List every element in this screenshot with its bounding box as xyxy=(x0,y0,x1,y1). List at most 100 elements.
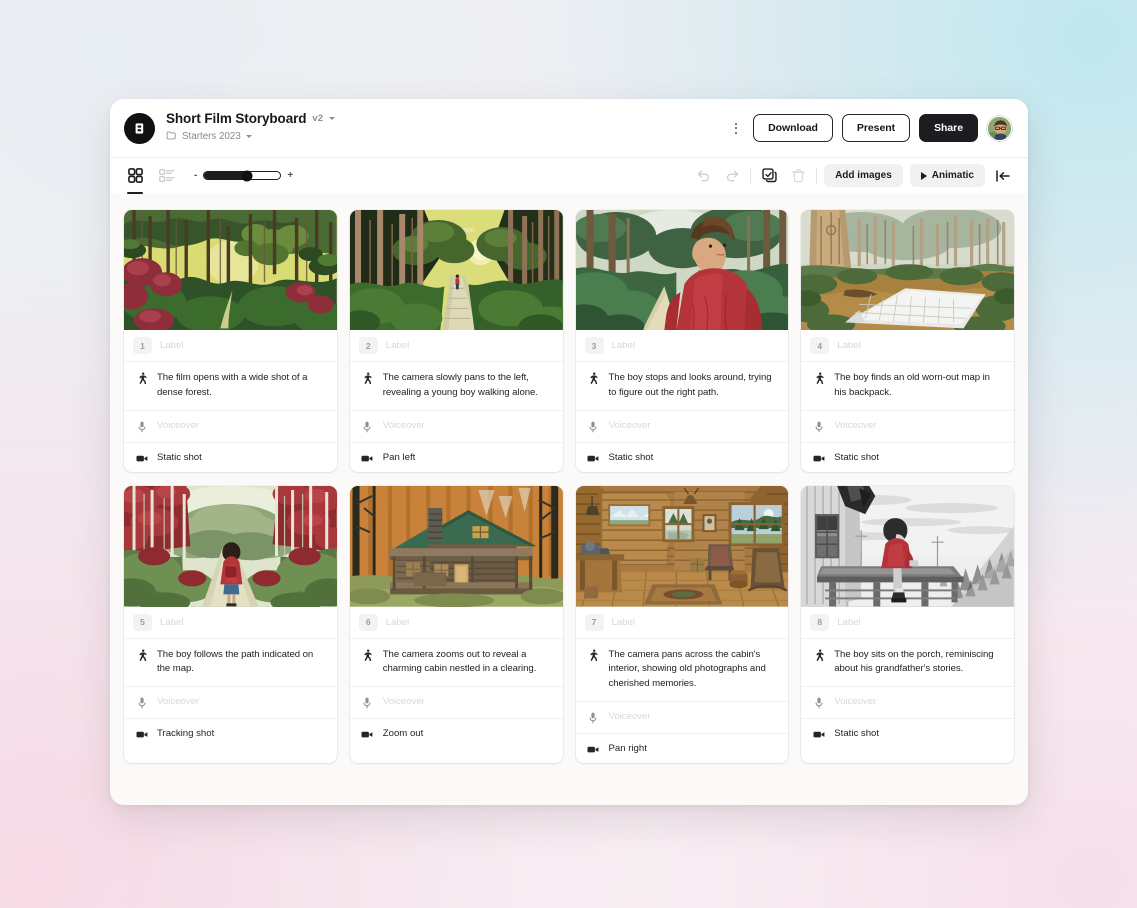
voiceover-placeholder[interactable]: Voiceover xyxy=(834,420,876,431)
label-placeholder[interactable]: Label xyxy=(160,340,183,351)
label-placeholder[interactable]: Label xyxy=(612,340,635,351)
zoom-slider-track[interactable] xyxy=(203,171,281,180)
boy-sitting-on-porch-monochrome[interactable] xyxy=(801,486,1014,606)
zoom-slider[interactable]: - + xyxy=(194,171,293,181)
frame-action-text[interactable]: The camera pans across the cabin's inter… xyxy=(609,648,778,693)
frame-label-row[interactable]: 7 Label xyxy=(576,607,789,639)
grid-view-icon[interactable] xyxy=(124,163,146,189)
frame-action-text[interactable]: The boy finds an old worn-out map in his… xyxy=(834,371,1003,401)
more-options-icon[interactable] xyxy=(728,117,744,139)
page-title[interactable]: Short Film Storyboard xyxy=(166,111,306,126)
redo-icon[interactable] xyxy=(721,165,743,187)
boords-logo-icon[interactable] xyxy=(124,113,155,144)
label-placeholder[interactable]: Label xyxy=(612,617,635,628)
list-view-icon[interactable] xyxy=(156,163,178,189)
storyboard-card[interactable]: 8 Label The boy sits on the porch, remin… xyxy=(801,486,1014,763)
frame-shot-row[interactable]: Static shot xyxy=(124,443,337,472)
animatic-button[interactable]: Animatic xyxy=(910,164,985,187)
zoom-out-label[interactable]: - xyxy=(194,171,197,181)
frame-label-row[interactable]: 5 Label xyxy=(124,607,337,639)
frame-shot-row[interactable]: Static shot xyxy=(576,443,789,472)
frame-action-text[interactable]: The boy sits on the porch, reminiscing a… xyxy=(834,648,1003,678)
folder-name[interactable]: Starters 2023 xyxy=(182,131,241,142)
frame-voiceover-row[interactable]: Voiceover xyxy=(124,687,337,719)
share-button[interactable]: Share xyxy=(919,114,978,142)
frame-label-row[interactable]: 8 Label xyxy=(801,607,1014,639)
frame-action-text[interactable]: The camera zooms out to reveal a charmin… xyxy=(383,648,552,678)
frame-action-row[interactable]: The boy finds an old worn-out map in his… xyxy=(801,362,1014,411)
chevron-down-icon[interactable] xyxy=(329,117,335,120)
label-placeholder[interactable]: Label xyxy=(386,617,409,628)
voiceover-placeholder[interactable]: Voiceover xyxy=(834,696,876,707)
boy-closeup-looking-around[interactable] xyxy=(576,210,789,330)
storyboard-card[interactable]: 2 Label The camera slowly pans to the le… xyxy=(350,210,563,472)
breadcrumb[interactable]: Starters 2023 xyxy=(166,128,335,146)
voiceover-placeholder[interactable]: Voiceover xyxy=(609,711,651,722)
avatar[interactable] xyxy=(987,116,1012,141)
frame-label-row[interactable]: 4 Label xyxy=(801,330,1014,362)
frame-shot-row[interactable]: Zoom out xyxy=(350,719,563,748)
label-placeholder[interactable]: Label xyxy=(386,340,409,351)
boy-from-behind-on-red-leaf-path[interactable] xyxy=(124,486,337,606)
present-button[interactable]: Present xyxy=(842,114,910,142)
log-cabin-in-clearing[interactable] xyxy=(350,486,563,606)
frame-voiceover-row[interactable]: Voiceover xyxy=(350,411,563,443)
chevron-down-icon[interactable] xyxy=(246,135,252,138)
voiceover-placeholder[interactable]: Voiceover xyxy=(157,420,199,431)
frame-shot-text[interactable]: Static shot xyxy=(834,452,879,463)
storyboard-card[interactable]: 5 Label The boy follows the path indicat… xyxy=(124,486,337,763)
voiceover-placeholder[interactable]: Voiceover xyxy=(383,696,425,707)
frame-shot-row[interactable]: Pan left xyxy=(350,443,563,472)
frame-action-row[interactable]: The boy sits on the porch, reminiscing a… xyxy=(801,639,1014,688)
trash-icon[interactable] xyxy=(787,165,809,187)
frame-shot-row[interactable]: Pan right xyxy=(576,734,789,763)
frame-label-row[interactable]: 6 Label xyxy=(350,607,563,639)
frame-shot-text[interactable]: Tracking shot xyxy=(157,728,214,739)
download-button[interactable]: Download xyxy=(753,114,833,142)
frame-action-text[interactable]: The film opens with a wide shot of a den… xyxy=(157,371,326,401)
old-map-on-forest-floor[interactable] xyxy=(801,210,1014,330)
voiceover-placeholder[interactable]: Voiceover xyxy=(609,420,651,431)
voiceover-placeholder[interactable]: Voiceover xyxy=(383,420,425,431)
frame-action-row[interactable]: The boy stops and looks around, trying t… xyxy=(576,362,789,411)
storyboard-card[interactable]: 4 Label The boy finds an old worn-out ma… xyxy=(801,210,1014,472)
frame-label-row[interactable]: 2 Label xyxy=(350,330,563,362)
frame-shot-row[interactable]: Static shot xyxy=(801,719,1014,748)
add-images-button[interactable]: Add images xyxy=(824,164,903,187)
dense-forest-wide-shot[interactable] xyxy=(124,210,337,330)
label-placeholder[interactable]: Label xyxy=(837,617,860,628)
cabin-interior[interactable] xyxy=(576,486,789,606)
frame-shot-text[interactable]: Zoom out xyxy=(383,728,424,739)
storyboard-card[interactable]: 6 Label The camera zooms out to reveal a… xyxy=(350,486,563,763)
frame-shot-text[interactable]: Static shot xyxy=(157,452,202,463)
frame-action-row[interactable]: The film opens with a wide shot of a den… xyxy=(124,362,337,411)
frame-voiceover-row[interactable]: Voiceover xyxy=(576,411,789,443)
undo-icon[interactable] xyxy=(692,165,714,187)
frame-shot-row[interactable]: Tracking shot xyxy=(124,719,337,748)
frame-shot-text[interactable]: Static shot xyxy=(834,728,879,739)
frame-action-row[interactable]: The camera zooms out to reveal a charmin… xyxy=(350,639,563,688)
frame-shot-text[interactable]: Pan right xyxy=(609,743,647,754)
label-placeholder[interactable]: Label xyxy=(837,340,860,351)
duplicate-icon[interactable] xyxy=(758,165,780,187)
frame-voiceover-row[interactable]: Voiceover xyxy=(801,687,1014,719)
label-placeholder[interactable]: Label xyxy=(160,617,183,628)
voiceover-placeholder[interactable]: Voiceover xyxy=(157,696,199,707)
frame-action-text[interactable]: The camera slowly pans to the left, reve… xyxy=(383,371,552,401)
zoom-slider-knob[interactable] xyxy=(241,170,252,181)
frame-shot-text[interactable]: Static shot xyxy=(609,452,654,463)
frame-voiceover-row[interactable]: Voiceover xyxy=(801,411,1014,443)
frame-label-row[interactable]: 1 Label xyxy=(124,330,337,362)
frame-voiceover-row[interactable]: Voiceover xyxy=(124,411,337,443)
storyboard-card[interactable]: 1 Label The film opens with a wide shot … xyxy=(124,210,337,472)
frame-label-row[interactable]: 3 Label xyxy=(576,330,789,362)
zoom-in-label[interactable]: + xyxy=(287,171,293,181)
frame-action-row[interactable]: The camera pans across the cabin's inter… xyxy=(576,639,789,703)
forest-path-with-boy-walking[interactable] xyxy=(350,210,563,330)
collapse-panel-icon[interactable] xyxy=(992,165,1014,187)
frame-action-text[interactable]: The boy follows the path indicated on th… xyxy=(157,648,326,678)
frame-action-row[interactable]: The camera slowly pans to the left, reve… xyxy=(350,362,563,411)
frame-voiceover-row[interactable]: Voiceover xyxy=(576,702,789,734)
frame-action-row[interactable]: The boy follows the path indicated on th… xyxy=(124,639,337,688)
frame-shot-text[interactable]: Pan left xyxy=(383,452,416,463)
